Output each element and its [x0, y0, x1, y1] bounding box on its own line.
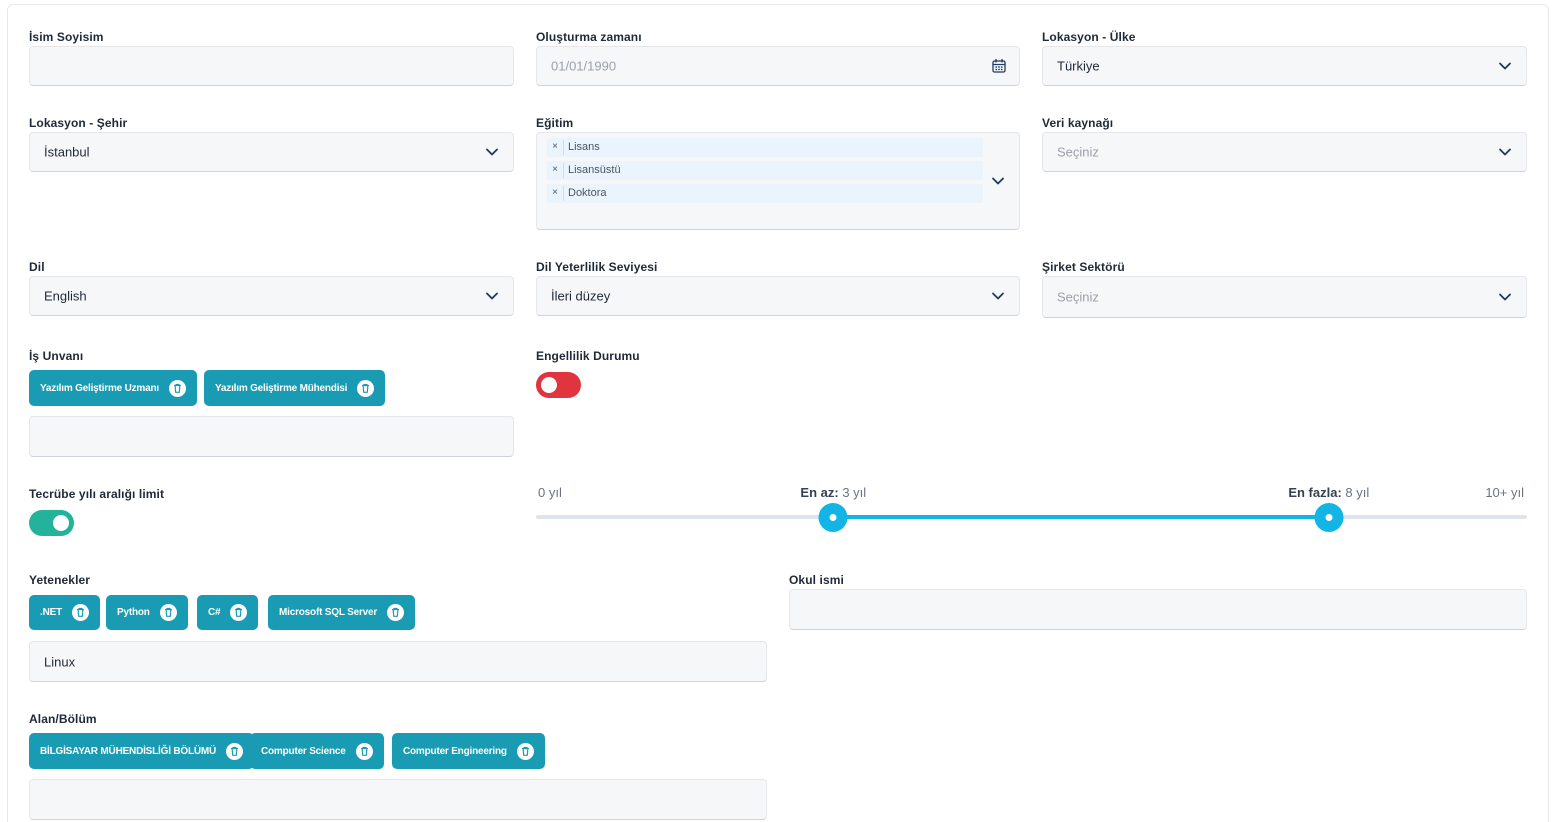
- language-level-label: Dil Yeterlilik Seviyesi: [536, 260, 658, 274]
- department-chip-label: Computer Science: [261, 745, 346, 757]
- skill-chip: Microsoft SQL Server: [268, 595, 416, 630]
- skill-chip: C#: [197, 595, 259, 630]
- department-label: Alan/Bölüm: [29, 712, 97, 726]
- remove-tag-icon[interactable]: ×: [550, 141, 560, 152]
- language-level-select-value: İleri düzey: [551, 288, 611, 304]
- education-multiselect[interactable]: × Lisans × Lisansüstü × Doktora: [536, 132, 1020, 230]
- skill-chip: .NET: [29, 595, 100, 630]
- trash-icon[interactable]: [168, 379, 186, 397]
- remove-tag-icon[interactable]: ×: [550, 164, 560, 175]
- trash-icon[interactable]: [387, 604, 405, 621]
- created-label: Oluşturma zamanı: [536, 30, 642, 44]
- calendar-icon[interactable]: [991, 58, 1007, 74]
- source-select[interactable]: Seçiniz: [1042, 132, 1527, 172]
- department-input[interactable]: [29, 779, 767, 820]
- trash-icon[interactable]: [355, 742, 373, 760]
- skill-chip-label: C#: [208, 607, 221, 618]
- slider-range-fill: [833, 515, 1329, 519]
- education-tag-label: Lisansüstü: [568, 164, 621, 176]
- skill-chip-label: Python: [117, 607, 150, 618]
- slider-low-handle[interactable]: [818, 503, 848, 532]
- job-title-chip-label: Yazılım Geliştirme Uzmanı: [40, 382, 159, 394]
- chevron-down-icon: [991, 176, 1005, 186]
- department-chip-label: BİLGİSAYAR MÜHENDİSLİĞİ BÖLÜMÜ: [40, 745, 217, 757]
- slider-high-prefix: En fazla:: [1288, 485, 1342, 500]
- slider-high-value: 8 yıl: [1345, 485, 1370, 500]
- created-date-input[interactable]: 01/01/1990: [536, 46, 1020, 86]
- job-title-input[interactable]: [29, 416, 514, 457]
- job-title-chip: Yazılım Geliştirme Mühendisi: [204, 370, 386, 406]
- sector-select-placeholder: Seçiniz: [1057, 289, 1099, 305]
- department-chip-label: Computer Engineering: [403, 745, 507, 757]
- experience-limit-toggle[interactable]: [29, 510, 74, 536]
- education-tag: × Lisansüstü: [547, 161, 983, 180]
- country-label: Lokasyon - Ülke: [1042, 30, 1136, 44]
- school-input[interactable]: [789, 589, 1527, 630]
- language-select[interactable]: English: [29, 276, 514, 316]
- chevron-down-icon: [991, 291, 1005, 301]
- sector-select[interactable]: Seçiniz: [1042, 276, 1527, 318]
- disability-label: Engellilik Durumu: [536, 349, 640, 363]
- skills-label: Yetenekler: [29, 573, 91, 587]
- slider-low-prefix: En az:: [800, 485, 839, 500]
- education-tag: × Doktora: [547, 184, 983, 203]
- job-title-chip-label: Yazılım Geliştirme Mühendisi: [215, 382, 348, 394]
- source-select-placeholder: Seçiniz: [1057, 144, 1099, 160]
- trash-icon[interactable]: [159, 604, 177, 621]
- source-label: Veri kaynağı: [1042, 116, 1114, 130]
- skill-chip-label: Microsoft SQL Server: [279, 607, 378, 618]
- education-tag: × Lisans: [547, 138, 983, 157]
- sector-label: Şirket Sektörü: [1042, 260, 1125, 274]
- slider-high-handle[interactable]: [1314, 503, 1344, 532]
- remove-tag-icon[interactable]: ×: [550, 187, 560, 198]
- school-label: Okul ismi: [789, 573, 844, 587]
- skills-input-value: Linux: [44, 654, 76, 669]
- toggle-knob: [53, 515, 69, 531]
- form-card: [7, 4, 1549, 822]
- chevron-down-icon: [485, 291, 499, 301]
- slider-low-label: En az: 3 yıl: [800, 485, 866, 500]
- toggle-knob: [541, 377, 557, 393]
- city-select[interactable]: İstanbul: [29, 132, 514, 172]
- language-label: Dil: [29, 260, 45, 274]
- disability-toggle[interactable]: [536, 372, 581, 398]
- chevron-down-icon: [1498, 292, 1512, 302]
- language-level-select[interactable]: İleri düzey: [536, 276, 1020, 316]
- slider-max-label: 10+ yıl: [1485, 485, 1524, 500]
- department-chip: Computer Science: [250, 733, 384, 769]
- city-select-value: İstanbul: [44, 144, 90, 160]
- trash-icon[interactable]: [357, 379, 375, 397]
- name-input[interactable]: [29, 46, 514, 86]
- city-label: Lokasyon - Şehir: [29, 116, 128, 130]
- slider-min-label: 0 yıl: [538, 485, 562, 500]
- trash-icon[interactable]: [516, 742, 534, 760]
- trash-icon[interactable]: [71, 604, 89, 621]
- chevron-down-icon: [485, 147, 499, 157]
- created-date-placeholder: 01/01/1990: [551, 58, 617, 74]
- skills-input[interactable]: Linux: [29, 641, 767, 682]
- education-tag-label: Doktora: [568, 187, 607, 199]
- chevron-down-icon: [1498, 147, 1512, 157]
- chevron-down-icon: [1498, 61, 1512, 71]
- country-select-value: Türkiye: [1057, 58, 1100, 74]
- language-select-value: English: [44, 288, 87, 304]
- slider-low-value: 3 yıl: [842, 485, 867, 500]
- education-tag-label: Lisans: [568, 141, 600, 153]
- department-chip: Computer Engineering: [392, 733, 545, 769]
- trash-icon[interactable]: [226, 742, 244, 760]
- department-chip: BİLGİSAYAR MÜHENDİSLİĞİ BÖLÜMÜ: [29, 733, 255, 769]
- skill-chip-label: .NET: [40, 607, 62, 618]
- job-title-chip: Yazılım Geliştirme Uzmanı: [29, 370, 197, 406]
- skill-chip: Python: [106, 595, 188, 630]
- country-select[interactable]: Türkiye: [1042, 46, 1527, 86]
- slider-high-label: En fazla: 8 yıl: [1288, 485, 1369, 500]
- trash-icon[interactable]: [230, 604, 248, 621]
- experience-label: Tecrübe yılı aralığı limit: [29, 487, 165, 501]
- education-label: Eğitim: [536, 116, 574, 130]
- name-label: İsim Soyisim: [29, 30, 104, 44]
- job-title-label: İş Unvanı: [29, 349, 84, 363]
